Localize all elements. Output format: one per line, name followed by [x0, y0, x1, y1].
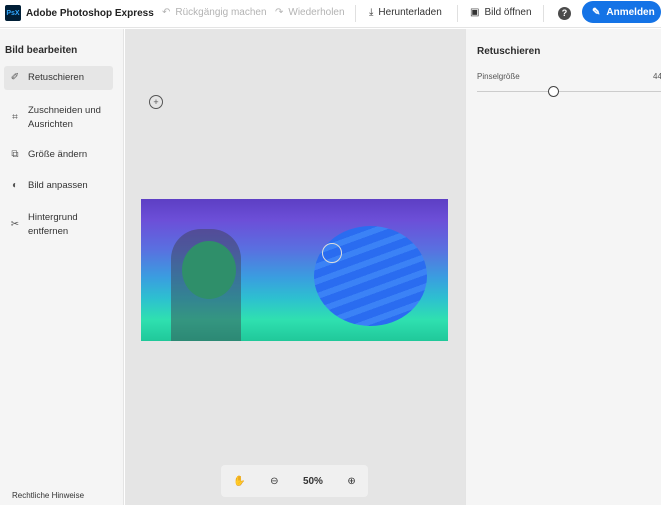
hand-icon[interactable]: ✋	[233, 476, 245, 487]
redo-button[interactable]: ↷ Wiederholen	[275, 7, 345, 18]
image-canvas[interactable]: + ✋ ⊖ 50% ⊕	[125, 29, 465, 505]
redo-label: Wiederholen	[288, 7, 345, 18]
item-label: Retuschieren	[28, 72, 84, 83]
crop-icon: ⌗	[12, 112, 18, 123]
sidebar-item-crop[interactable]: ⌗ Zuschneiden und Ausrichten	[4, 103, 113, 133]
sidebar-item-remove-bg[interactable]: ✂ Hintergrund entfernen	[4, 210, 113, 240]
undo-label: Rückgängig machen	[175, 7, 267, 18]
item-label: Größe ändern	[28, 149, 88, 160]
adjust-icon: ◐	[11, 180, 19, 191]
panel-title: Retuschieren	[477, 46, 541, 57]
planet-small	[182, 241, 236, 299]
item-label: Zuschneiden und Ausrichten	[28, 105, 101, 130]
signin-button[interactable]: ✎ Anmelden	[582, 1, 661, 23]
brush-size-slider[interactable]	[477, 86, 661, 97]
signin-label: Anmelden	[606, 6, 655, 18]
brush-size-value: 44	[653, 72, 661, 81]
zoom-out-icon[interactable]: ⊖	[270, 476, 278, 487]
zoom-in-icon[interactable]: ⊕	[347, 476, 355, 487]
left-sidebar: Bild bearbeiten ✐ Retuschieren ⌗ Zuschneid…	[0, 29, 124, 505]
help-icon[interactable]: ?	[558, 7, 571, 20]
item-label: Hintergrund entfernen	[28, 212, 78, 237]
healing-brush-icon: ✐	[10, 72, 20, 83]
download-label: Herunterladen	[378, 7, 442, 18]
download-button[interactable]: ⤓ Herunterladen	[369, 7, 442, 18]
redo-icon: ↷	[275, 7, 284, 18]
image-icon: ▣	[470, 7, 480, 18]
undo-button[interactable]: ↶ Rückgängig machen	[162, 7, 267, 18]
sidebar-item-retouch[interactable]: ✐ Retuschieren	[4, 66, 113, 90]
undo-icon: ↶	[162, 7, 171, 18]
divider	[543, 5, 544, 22]
open-label: Bild öffnen	[484, 7, 532, 18]
divider	[355, 5, 356, 22]
top-bar: PsX Adobe Photoshop Express ↶ Rückgängig …	[0, 0, 661, 28]
edited-image[interactable]	[141, 199, 448, 341]
sidebar-item-resize[interactable]: ⧉ Größe ändern	[4, 148, 113, 162]
brush-cursor	[322, 243, 342, 263]
app-logo: PsX	[5, 5, 21, 21]
item-label: Bild anpassen	[28, 180, 88, 191]
sidebar-heading: Bild bearbeiten	[5, 45, 78, 56]
right-panel: Retuschieren Pinselgröße 44	[465, 29, 661, 505]
slider-thumb[interactable]	[547, 86, 559, 97]
sidebar-item-adjust[interactable]: ◐ Bild anpassen	[4, 179, 113, 193]
zoom-level: 50%	[302, 475, 323, 487]
divider	[457, 5, 458, 22]
brush-add-icon: +	[149, 95, 163, 109]
brush-size-label: Pinselgröße	[477, 72, 520, 81]
edit-icon: ✎	[592, 6, 601, 18]
open-image-button[interactable]: ▣ Bild öffnen	[470, 7, 532, 18]
download-icon: ⤓	[369, 7, 374, 18]
app-title: Adobe Photoshop Express	[26, 8, 154, 19]
planet	[314, 226, 427, 326]
zoom-bar: ✋ ⊖ 50% ⊕	[221, 465, 368, 497]
scissors-icon: ✂	[10, 219, 20, 230]
resize-icon: ⧉	[11, 149, 19, 160]
legal-link[interactable]: Rechtliche Hinweise	[12, 491, 84, 500]
